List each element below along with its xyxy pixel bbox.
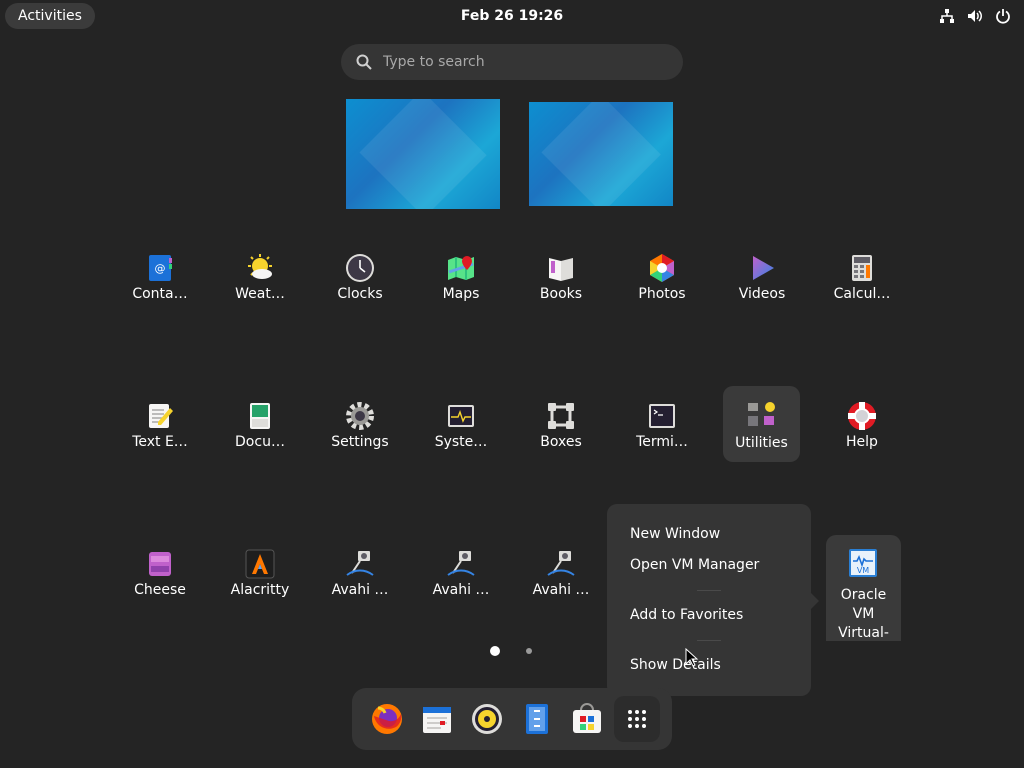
app-weather[interactable]: Weat…: [215, 248, 305, 324]
document-viewer-icon: [244, 400, 276, 432]
page-dot-2[interactable]: [526, 648, 532, 654]
app-clocks[interactable]: Clocks: [315, 248, 405, 324]
contacts-icon: @: [144, 252, 176, 284]
app-virtualbox[interactable]: VM Oracle VM Virtual-: [826, 535, 901, 641]
search-icon: [355, 53, 373, 71]
weather-icon: [244, 252, 276, 284]
avahi-icon: [344, 548, 376, 580]
page-indicator: [0, 645, 1024, 657]
mouse-cursor-icon: [685, 647, 699, 668]
system-monitor-icon: [445, 400, 477, 432]
text-editor-icon: [144, 400, 176, 432]
volume-icon: [966, 7, 984, 25]
show-apps-icon: [627, 709, 647, 729]
terminal-icon: [646, 400, 678, 432]
firefox-icon[interactable]: [370, 702, 404, 736]
software-icon[interactable]: [570, 702, 604, 736]
app-videos[interactable]: Videos: [717, 248, 807, 324]
app-photos[interactable]: Photos: [617, 248, 707, 324]
menu-arrow: [810, 592, 819, 610]
show-apps-button[interactable]: [614, 696, 660, 742]
app-boxes[interactable]: Boxes: [516, 396, 606, 472]
search-input[interactable]: [383, 44, 663, 80]
app-books[interactable]: Books: [516, 248, 606, 324]
menu-separator: [697, 640, 721, 641]
videos-icon: [746, 252, 778, 284]
app-settings[interactable]: Settings: [315, 396, 405, 472]
menu-item-show-details[interactable]: Show Details: [630, 657, 721, 673]
app-terminal[interactable]: Termi…: [617, 396, 707, 472]
top-bar: Activities Feb 26 19:26: [0, 0, 1024, 32]
power-icon: [994, 7, 1012, 25]
avahi-icon: [545, 548, 577, 580]
app-document-viewer[interactable]: Docu…: [215, 396, 305, 472]
virtualbox-label: Oracle VM Virtual-: [838, 587, 889, 641]
page-dot-1[interactable]: [490, 646, 500, 656]
app-alacritty[interactable]: Alacritty: [215, 544, 305, 620]
app-maps[interactable]: Maps: [416, 248, 506, 324]
menu-item-new-window[interactable]: New Window: [630, 526, 720, 542]
app-context-menu: New Window Open VM Manager Add to Favori…: [607, 504, 819, 696]
menu-item-open-vm-manager[interactable]: Open VM Manager: [630, 557, 759, 573]
app-help[interactable]: Help: [817, 396, 907, 472]
svg-text:@: @: [155, 262, 166, 275]
menu-separator: [697, 590, 721, 591]
workspace-thumbnail-1[interactable]: [346, 99, 500, 209]
app-calculator[interactable]: Calcul…: [817, 248, 907, 324]
app-cheese[interactable]: Cheese: [115, 544, 205, 620]
app-avahi-1[interactable]: Avahi …: [315, 544, 405, 620]
app-avahi-3[interactable]: Avahi …: [516, 544, 606, 620]
calendar-icon[interactable]: [420, 702, 454, 736]
app-contacts[interactable]: @ Conta…: [115, 248, 205, 324]
workspace-thumbnail-2[interactable]: [529, 102, 673, 206]
photos-icon: [646, 252, 678, 284]
menu-item-add-to-favorites[interactable]: Add to Favorites: [630, 607, 743, 623]
utilities-folder-icon: [746, 400, 778, 432]
clocks-icon: [344, 252, 376, 284]
calculator-icon: [846, 252, 878, 284]
app-system-monitor[interactable]: Syste…: [416, 396, 506, 472]
app-avahi-2[interactable]: Avahi …: [416, 544, 506, 620]
boxes-icon: [545, 400, 577, 432]
system-tray[interactable]: [938, 7, 1012, 25]
svg-text:VM: VM: [857, 566, 869, 575]
settings-icon: [344, 400, 376, 432]
files-icon[interactable]: [520, 702, 554, 736]
virtualbox-icon: VM: [847, 547, 879, 579]
network-icon: [938, 7, 956, 25]
dock: [352, 688, 672, 750]
app-folder-utilities[interactable]: Utilities: [723, 386, 800, 462]
help-icon: [846, 400, 878, 432]
clock[interactable]: Feb 26 19:26: [0, 0, 1024, 32]
maps-icon: [445, 252, 477, 284]
alacritty-icon: [244, 548, 276, 580]
cheese-icon: [144, 548, 176, 580]
search-bar[interactable]: [341, 44, 683, 80]
app-text-editor[interactable]: Text E…: [115, 396, 205, 472]
rhythmbox-icon[interactable]: [470, 702, 504, 736]
avahi-icon: [445, 548, 477, 580]
books-icon: [545, 252, 577, 284]
